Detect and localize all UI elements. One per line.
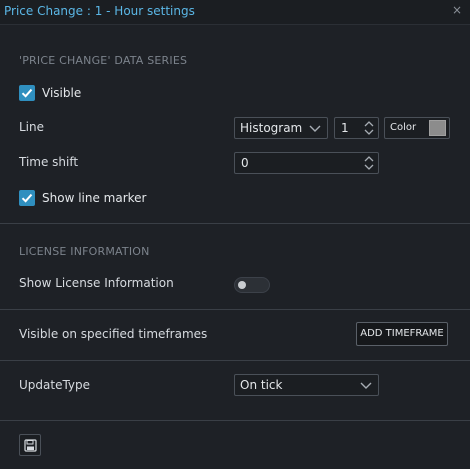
toggle-knob	[238, 281, 246, 289]
line-width-value: 1	[341, 121, 349, 135]
visible-label: Visible	[42, 86, 82, 100]
update-type-value: On tick	[240, 378, 283, 392]
stepper-arrows-icon[interactable]	[363, 153, 375, 173]
add-timeframe-button[interactable]: ADD TIMEFRAME	[356, 322, 448, 346]
show-license-toggle[interactable]	[234, 277, 270, 293]
stepper-arrows-icon[interactable]	[363, 118, 375, 138]
check-icon	[21, 88, 33, 98]
divider	[0, 420, 470, 421]
update-type-select[interactable]: On tick	[234, 374, 379, 396]
section-title-license: LICENSE INFORMATION	[19, 245, 150, 258]
save-button[interactable]	[19, 434, 41, 456]
check-icon	[21, 193, 33, 203]
close-icon[interactable]: ×	[452, 3, 462, 17]
divider	[0, 223, 470, 224]
show-line-marker-checkbox[interactable]	[19, 190, 35, 206]
settings-dialog: Price Change : 1 - Hour settings × 'PRIC…	[0, 0, 470, 469]
divider	[0, 309, 470, 310]
line-label: Line	[19, 120, 45, 134]
color-swatch	[429, 120, 446, 136]
visible-checkbox[interactable]	[19, 85, 35, 101]
chevron-down-icon	[309, 125, 321, 132]
section-title-data-series: 'PRICE CHANGE' DATA SERIES	[19, 54, 188, 67]
chevron-down-icon	[360, 382, 372, 389]
timeframes-label: Visible on specified timeframes	[19, 327, 208, 341]
line-width-stepper[interactable]: 1	[334, 117, 379, 139]
color-picker-button[interactable]: Color	[384, 117, 450, 139]
time-shift-value: 0	[241, 156, 249, 170]
time-shift-stepper[interactable]: 0	[234, 152, 379, 174]
title-bar: Price Change : 1 - Hour settings ×	[0, 0, 470, 25]
line-type-select[interactable]: Histogram	[234, 117, 328, 139]
show-license-label: Show License Information	[19, 276, 174, 290]
save-icon	[24, 439, 37, 452]
time-shift-label: Time shift	[19, 155, 79, 169]
show-line-marker-label: Show line marker	[42, 191, 147, 205]
update-type-label: UpdateType	[19, 378, 91, 392]
window-title: Price Change : 1 - Hour settings	[4, 4, 195, 18]
divider	[0, 360, 470, 361]
color-label: Color	[390, 122, 417, 133]
line-type-value: Histogram	[240, 121, 303, 135]
